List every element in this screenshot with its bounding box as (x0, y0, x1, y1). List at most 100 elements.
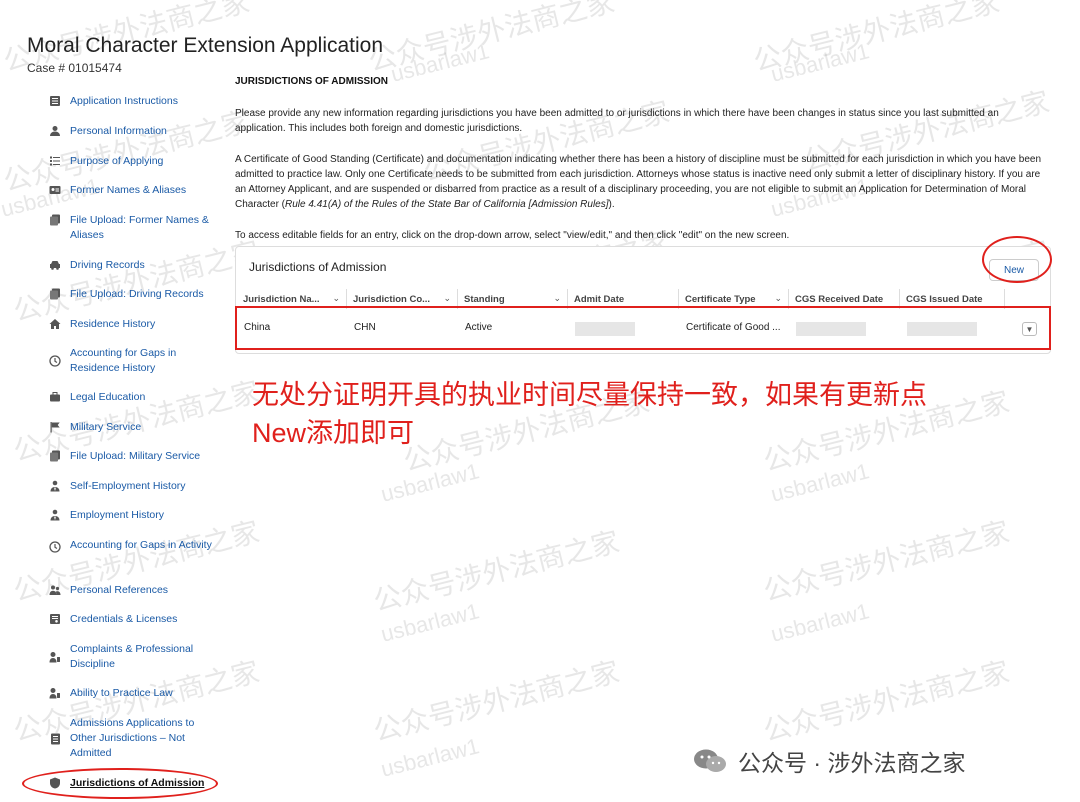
sidebar-item-employment-history[interactable]: Employment History (48, 508, 216, 523)
watermark-text: 公众号涉外法商之家 (370, 655, 623, 747)
chevron-down-icon[interactable]: ⌄ (443, 293, 451, 304)
sidebar-item-label: Former Names & Aliases (70, 184, 187, 196)
list-icon (48, 94, 62, 108)
sidebar-item-label: Personal References (70, 584, 169, 596)
sidebar-item-label: File Upload: Military Service (70, 450, 201, 462)
column-label: Admit Date (574, 293, 625, 305)
cell-jurisdiction-name: China (244, 322, 271, 333)
user-tie-icon (48, 508, 62, 522)
cell-cgs-issued (901, 322, 1006, 338)
card-title: Jurisdictions of Admission (249, 260, 387, 274)
redacted-value (575, 322, 635, 336)
chevron-down-icon[interactable]: ⌄ (553, 293, 561, 304)
sidebar-item-legal-education[interactable]: Legal Education (48, 390, 216, 405)
home-icon (48, 317, 62, 331)
watermark-text: 公众号涉外法商之家 (370, 525, 623, 617)
column-label: Jurisdiction Co... (353, 293, 431, 305)
sidebar-item-file-upload-former-names[interactable]: File Upload: Former Names & Aliases (48, 213, 216, 243)
annotation-line-1: 无处分证明开具的执业时间尽量保持一致，如果有更新点 (252, 380, 927, 410)
watermark-text: usbarlaw1 (768, 458, 872, 507)
column-label: CGS Issued Date (906, 293, 983, 305)
certificate-icon (48, 612, 62, 626)
person-icon (48, 124, 62, 138)
watermark-text: 公众号涉外法商之家 (365, 0, 618, 77)
column-label: Certificate Type (685, 293, 756, 305)
highlight-box-table-row: China CHN Active Certificate of Good ...… (235, 306, 1051, 350)
watermark-text: 公众号涉外法商之家 (10, 235, 263, 327)
sidebar-item-label: Ability to Practice Law (70, 687, 173, 699)
file-upload-icon (48, 287, 62, 301)
sidebar-item-label: File Upload: Driving Records (70, 288, 204, 300)
watermark-text: usbarlaw1 (378, 458, 482, 507)
redacted-value (907, 322, 977, 336)
row-actions-dropdown[interactable]: ▼ (1022, 322, 1037, 336)
sidebar-item-label: Self-Employment History (70, 480, 186, 492)
table-row: China CHN Active Certificate of Good ... (238, 322, 1048, 338)
sidebar-item-driving-records[interactable]: Driving Records (48, 258, 216, 273)
sidebar-item-label: Complaints & Professional Discipline (70, 643, 194, 670)
people-icon (48, 583, 62, 597)
chevron-down-icon[interactable]: ⌄ (774, 293, 782, 304)
sidebar-item-self-employment[interactable]: Self-Employment History (48, 479, 216, 494)
column-label: Standing (464, 293, 505, 305)
gavel-icon (48, 686, 62, 700)
sidebar-item-label: Accounting for Gaps in Activity (70, 539, 212, 551)
sidebar-item-label: File Upload: Former Names & Aliases (70, 214, 209, 241)
watermark-text: usbarlaw1 (378, 733, 482, 782)
sidebar-item-file-upload-driving-records[interactable]: File Upload: Driving Records (48, 287, 216, 302)
certificate-paragraph-end: ). (608, 199, 615, 210)
sidebar-item-admissions-other[interactable]: Admissions Applications to Other Jurisdi… (48, 716, 216, 761)
intro-paragraph: Please provide any new information regar… (235, 108, 999, 134)
sidebar-item-personal-information[interactable]: Personal Information (48, 124, 216, 139)
sidebar-item-gaps-residence[interactable]: Accounting for Gaps in Residence History (48, 346, 216, 376)
cell-jurisdiction-code: CHN (354, 322, 376, 333)
sidebar-item-label: Credentials & Licenses (70, 613, 178, 625)
checklist-icon (48, 154, 62, 168)
gavel-icon (48, 650, 62, 664)
user-tie-icon (48, 479, 62, 493)
sidebar-item-label: Purpose of Applying (70, 155, 164, 167)
section-heading: JURISDICTIONS OF ADMISSION (235, 76, 388, 87)
sidebar-item-complaints[interactable]: Complaints & Professional Discipline (48, 642, 216, 672)
sidebar-item-former-names[interactable]: Former Names & Aliases (48, 183, 216, 198)
chevron-down-icon[interactable]: ⌄ (332, 293, 340, 304)
sidebar-item-ability-to-practice[interactable]: Ability to Practice Law (48, 686, 216, 701)
sidebar-item-purpose-of-applying[interactable]: Purpose of Applying (48, 154, 216, 169)
sidebar-item-military-service[interactable]: Military Service (48, 420, 216, 435)
annotation-line-2: New添加即可 (252, 418, 415, 448)
sidebar-item-residence-history[interactable]: Residence History (48, 317, 216, 332)
column-label: Jurisdiction Na... (243, 293, 320, 305)
cell-admit-date (569, 322, 680, 338)
briefcase-icon (48, 390, 62, 404)
sidebar-item-label: Admissions Applications to Other Jurisdi… (70, 717, 195, 759)
clock-icon (48, 540, 62, 554)
cell-certificate-type: Certificate of Good ... (686, 322, 781, 333)
redacted-value (796, 322, 866, 336)
instructions-paragraph: To access editable fields for an entry, … (235, 230, 790, 241)
sidebar-item-label: Military Service (70, 421, 142, 433)
sidebar-item-credentials[interactable]: Credentials & Licenses (48, 612, 216, 627)
sidebar-item-label: Application Instructions (70, 95, 178, 107)
sidebar-item-label: Legal Education (70, 391, 146, 403)
sidebar-item-label: Accounting for Gaps in Residence History (70, 347, 177, 374)
highlight-oval-new-button (982, 236, 1052, 283)
file-upload-icon (48, 449, 62, 463)
footer-brand: 公众号 · 涉外法商之家 (692, 744, 965, 778)
sidebar-item-label: Residence History (70, 318, 156, 330)
sidebar-item-application-instructions[interactable]: Application Instructions (48, 94, 216, 109)
sidebar-item-label: Employment History (70, 509, 164, 521)
sidebar-item-personal-references[interactable]: Personal References (48, 583, 216, 598)
sidebar-item-label: Driving Records (70, 259, 145, 271)
caret-down-icon: ▼ (1025, 324, 1034, 334)
watermark-text: 公众号涉外法商之家 (750, 0, 1003, 77)
sidebar-item-file-upload-military[interactable]: File Upload: Military Service (48, 449, 216, 464)
highlight-oval-active-nav (22, 768, 218, 799)
cell-cgs-received (790, 322, 901, 338)
rule-citation: Rule 4.41(A) of the Rules of the State B… (285, 199, 609, 210)
case-number: Case # 01015474 (27, 61, 122, 75)
certificate-paragraph: A Certificate of Good Standing (Certific… (235, 152, 1050, 212)
sidebar-item-gaps-activity[interactable]: Accounting for Gaps in Activity (48, 538, 216, 554)
watermark-text: usbarlaw1 (768, 598, 872, 647)
watermark-text: 公众号涉外法商之家 (760, 655, 1013, 747)
page-title: Moral Character Extension Application (27, 34, 384, 57)
